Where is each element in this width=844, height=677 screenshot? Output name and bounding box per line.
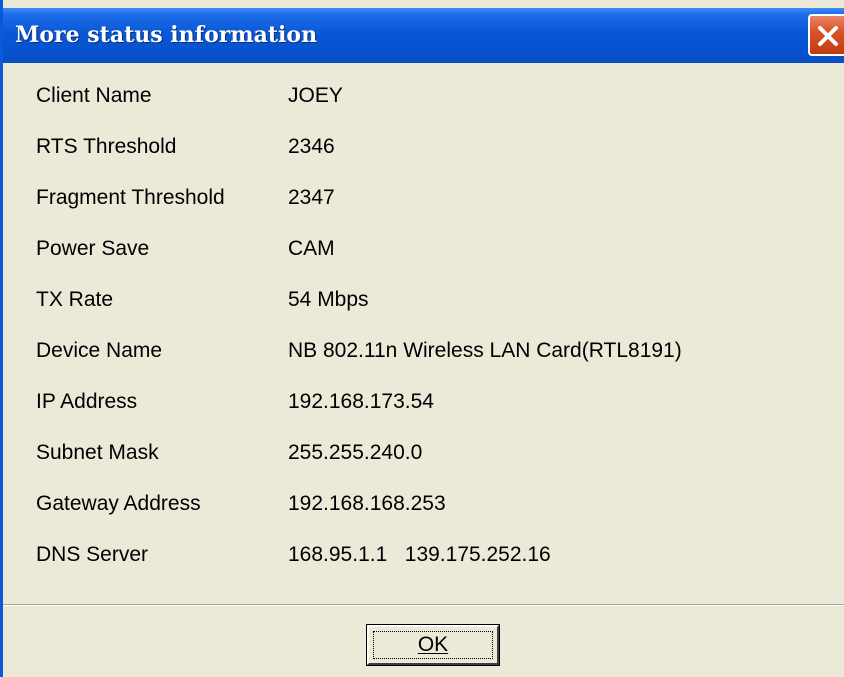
row-fragment-threshold: Fragment Threshold 2347 xyxy=(3,186,844,216)
tx-rate-value: 54 Mbps xyxy=(288,288,369,311)
power-save-label: Power Save xyxy=(36,237,150,260)
fragment-threshold-value: 2347 xyxy=(288,186,335,209)
close-icon xyxy=(818,26,838,46)
row-dns-server: DNS Server 168.95.1.1 139.175.252.16 xyxy=(3,543,844,573)
rts-threshold-value: 2346 xyxy=(288,135,335,158)
dns-server-value: 168.95.1.1 139.175.252.16 xyxy=(288,543,551,566)
client-name-label: Client Name xyxy=(36,84,152,107)
close-button[interactable] xyxy=(808,14,844,56)
row-subnet-mask: Subnet Mask 255.255.240.0 xyxy=(3,441,844,471)
row-gateway-address: Gateway Address 192.168.168.253 xyxy=(3,492,844,522)
power-save-value: CAM xyxy=(288,237,335,260)
gateway-address-value: 192.168.168.253 xyxy=(288,492,446,515)
dialog-title: More status information xyxy=(15,22,318,48)
row-power-save: Power Save CAM xyxy=(3,237,844,267)
dns-server-label: DNS Server xyxy=(36,543,149,566)
subnet-mask-label: Subnet Mask xyxy=(36,441,159,464)
tx-rate-label: TX Rate xyxy=(36,288,114,311)
row-device-name: Device Name NB 802.11n Wireless LAN Card… xyxy=(3,339,844,369)
device-name-value: NB 802.11n Wireless LAN Card(RTL8191) xyxy=(288,339,682,362)
ip-address-label: IP Address xyxy=(36,390,138,413)
row-client-name: Client Name JOEY xyxy=(3,84,844,114)
subnet-mask-value: 255.255.240.0 xyxy=(288,441,423,464)
device-name-label: Device Name xyxy=(36,339,163,362)
ok-button-label: OK xyxy=(417,633,449,656)
client-name-value: JOEY xyxy=(288,84,343,107)
ok-button[interactable]: OK xyxy=(366,624,500,666)
ip-address-value: 192.168.173.54 xyxy=(288,390,434,413)
row-rts-threshold: RTS Threshold 2346 xyxy=(3,135,844,165)
title-bar[interactable]: More status information xyxy=(3,8,844,63)
fragment-threshold-label: Fragment Threshold xyxy=(36,186,225,209)
gateway-address-label: Gateway Address xyxy=(36,492,201,515)
status-dialog: More status information Client Name JOEY… xyxy=(0,0,844,677)
footer-divider xyxy=(3,604,844,606)
row-ip-address: IP Address 192.168.173.54 xyxy=(3,390,844,420)
rts-threshold-label: RTS Threshold xyxy=(36,135,177,158)
row-tx-rate: TX Rate 54 Mbps xyxy=(3,288,844,318)
